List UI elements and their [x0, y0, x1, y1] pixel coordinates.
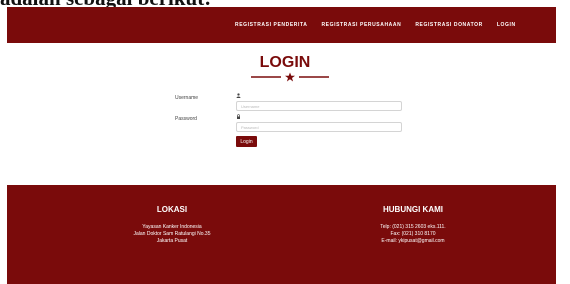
user-icon [236, 93, 241, 100]
password-field[interactable] [236, 122, 402, 132]
contact-heading: HUBUNGI KAMI [383, 205, 443, 214]
nav-registrasi-donator[interactable]: REGISTRASI DONATOR [415, 22, 483, 28]
login-button[interactable]: Login [236, 136, 257, 147]
copyright [7, 277, 556, 281]
navbar: REGISTRASI PENDERITA REGISTRASI PERUSAHA… [7, 7, 556, 43]
location-line: Jalan Doktor Sam Ratulangi No.35 [133, 231, 211, 237]
star-divider-icon [251, 72, 329, 82]
username-field[interactable] [236, 101, 402, 111]
footer-location: LOKASI Yayasan Kanker Indonesia Jalan Do… [72, 205, 272, 245]
username-label: Username [175, 95, 199, 101]
nav-registrasi-perusahaan[interactable]: REGISTRASI PERUSAHAAN [321, 22, 401, 28]
password-label: Password [175, 116, 197, 122]
location-line: Yayasan Kanker Indonesia [142, 224, 202, 230]
lock-icon [236, 114, 241, 121]
location-heading: LOKASI [156, 205, 188, 214]
contact-fax: Fax: (021) 310 8170 [390, 231, 436, 237]
footer-contact: HUBUNGI KAMI Telp: (021) 315 2603 eks.11… [313, 205, 513, 245]
contact-email[interactable]: E-mail: ykipusat@gmail.com [313, 238, 513, 245]
footer: LOKASI Yayasan Kanker Indonesia Jalan Do… [7, 185, 556, 284]
location-line: Jakarta Pusat [156, 238, 188, 244]
nav-links: REGISTRASI PENDERITA REGISTRASI PERUSAHA… [235, 7, 516, 43]
contact-phone: Telp: (021) 315 2603 eks.111. [380, 224, 446, 230]
login-title: LOGIN [259, 54, 311, 71]
nav-login[interactable]: LOGIN [497, 22, 516, 28]
nav-registrasi-penderita[interactable]: REGISTRASI PENDERITA [235, 22, 307, 28]
